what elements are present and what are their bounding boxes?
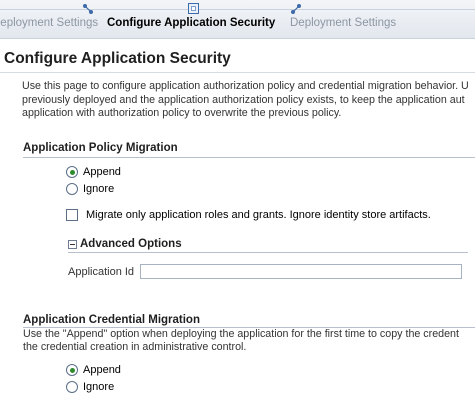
policy-migration-divider	[23, 157, 475, 158]
advanced-options-toggle[interactable]: Advanced Options	[68, 238, 182, 250]
configure-application-security-page: Deployment Settings Configure Applicatio…	[0, 0, 475, 414]
page-title: Configure Application Security	[4, 50, 231, 67]
step-deployment-settings-previous[interactable]: Deployment Settings	[0, 17, 98, 29]
credential-append-option[interactable]: Append	[66, 363, 121, 377]
title-divider	[0, 72, 475, 73]
credential-desc-line: Use the "Append" option when deploying t…	[23, 328, 459, 340]
deployment-train: Deployment Settings Configure Applicatio…	[0, 0, 475, 39]
previous-step-icon[interactable]	[82, 3, 94, 15]
collapse-icon[interactable]	[68, 239, 77, 249]
intro-line: Use this page to configure application a…	[22, 80, 469, 92]
policy-ignore-label[interactable]: Ignore	[83, 183, 114, 195]
credential-append-label[interactable]: Append	[83, 364, 121, 376]
credential-ignore-radio[interactable]	[66, 381, 78, 393]
credential-ignore-option[interactable]: Ignore	[66, 380, 114, 394]
policy-append-option[interactable]: Append	[66, 165, 121, 179]
advanced-options-label[interactable]: Advanced Options	[80, 238, 182, 250]
intro-text: Use this page to configure application a…	[22, 80, 475, 121]
policy-append-radio[interactable]	[66, 166, 78, 178]
policy-append-label[interactable]: Append	[83, 166, 121, 178]
intro-line: application with authorization policy to…	[22, 107, 342, 119]
advanced-options-divider	[68, 252, 468, 253]
current-step-icon	[188, 3, 199, 14]
step-configure-application-security: Configure Application Security	[107, 17, 276, 29]
intro-line: previously deployed and the application …	[22, 93, 465, 106]
credential-migration-heading: Application Credential Migration	[23, 314, 200, 326]
policy-migration-heading: Application Policy Migration	[23, 142, 178, 154]
credential-append-radio[interactable]	[66, 364, 78, 376]
policy-ignore-option[interactable]: Ignore	[66, 182, 114, 196]
train-connector-line	[0, 9, 475, 10]
application-id-label: Application Id	[68, 266, 135, 278]
step-deployment-settings-next[interactable]: Deployment Settings	[290, 17, 396, 29]
migrate-roles-checkbox[interactable]	[66, 209, 78, 221]
migrate-roles-option[interactable]: Migrate only application roles and grant…	[66, 208, 431, 222]
policy-ignore-radio[interactable]	[66, 183, 78, 195]
credential-migration-description: Use the "Append" option when deploying t…	[23, 328, 459, 354]
next-step-icon[interactable]	[290, 3, 302, 15]
credential-desc-line: the credential creation in administrativ…	[23, 341, 247, 353]
migrate-roles-label[interactable]: Migrate only application roles and grant…	[86, 209, 431, 221]
application-id-input[interactable]	[140, 264, 462, 279]
credential-ignore-label[interactable]: Ignore	[83, 381, 114, 393]
